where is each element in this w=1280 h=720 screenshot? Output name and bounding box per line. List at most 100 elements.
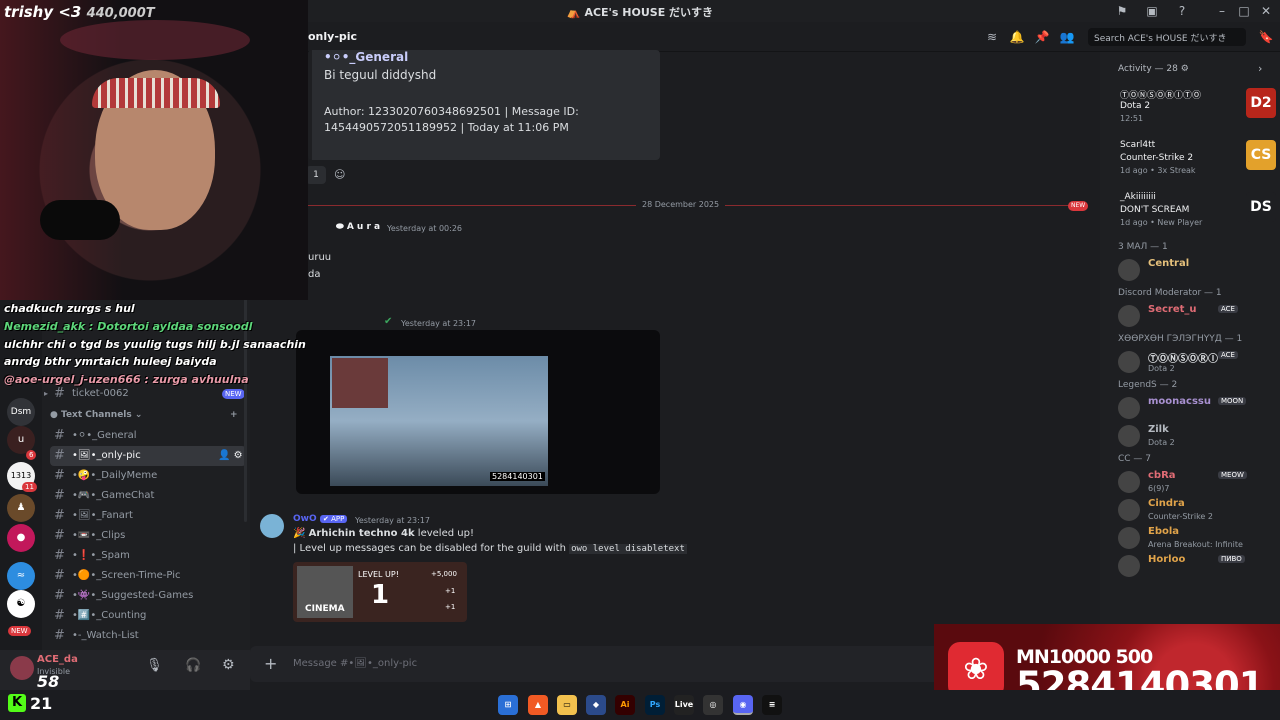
channel-item[interactable]: # •👾•_Suggested-Games (50, 586, 246, 606)
member-name: Central (1148, 258, 1190, 269)
add-attachment-icon[interactable]: + (264, 654, 277, 673)
channel-item[interactable]: # •-_Watch-List (50, 626, 246, 646)
server-dsm[interactable]: Dsm (7, 398, 35, 426)
member-item[interactable]: Zilk Dota 2 (1118, 422, 1278, 452)
activity-card[interactable]: ⓉⓄⓃⓈⓄⓇⒾⓉⓄ Dota 2 12:51 D2 (1118, 88, 1278, 132)
avatar (1118, 555, 1140, 577)
pin-icon[interactable]: 📌 (1034, 29, 1050, 45)
microphone-icon[interactable]: 🎙 (146, 658, 163, 673)
avatar[interactable] (10, 656, 34, 680)
member-item[interactable]: Horloo ПИВО (1118, 552, 1278, 582)
server-4[interactable]: ♟ (7, 494, 35, 522)
channel-name: •🟠•_Screen-Time-Pic (72, 570, 181, 581)
hash-icon: # (54, 488, 65, 503)
server-7[interactable]: ☯ (7, 590, 35, 618)
member-group-header: Discord Moderator — 1 (1118, 288, 1222, 298)
username: ACE_da (37, 654, 78, 665)
channel-item[interactable]: # •⚪•_General (50, 426, 246, 446)
card-level: 1 (371, 580, 390, 610)
channel-name: •-_Watch-List (72, 630, 139, 641)
channel-name: •#️⃣•_Counting (72, 610, 147, 621)
file-explorer-icon[interactable]: ▭ (557, 695, 577, 715)
channel-item[interactable]: # •#️⃣•_Counting (50, 606, 246, 626)
member-item[interactable]: moonacssu MOON (1118, 394, 1278, 424)
message-composer[interactable]: + Message #•🖼•_only-pic (250, 646, 940, 682)
member-name: ⓉⓄⓃⓈⓄⓇⒾ (1148, 354, 1218, 365)
message-author[interactable]: ⬬ A u r a (336, 222, 380, 232)
screen-icon[interactable]: ▣ (1144, 3, 1160, 19)
threads-icon[interactable]: ≋ (984, 29, 1000, 45)
windows-start-icon[interactable]: ⊞ (498, 695, 518, 715)
channel-item[interactable]: # •🟠•_Screen-Time-Pic (50, 566, 246, 586)
inbox-icon[interactable]: 🔖 (1258, 29, 1274, 45)
member-name: cbRa (1148, 470, 1176, 481)
member-item[interactable]: Central (1118, 256, 1278, 286)
window-title-text: ACE's HOUSE だいすき (584, 6, 714, 19)
message-text: leveled up! (414, 528, 474, 539)
image-attachment[interactable]: 5284140301 (296, 330, 660, 494)
overlay-chat-line: Nemezid_akk : Dotortoi ayldaa sonsoodl (4, 320, 253, 333)
game-tile-icon: DS (1246, 192, 1276, 222)
hash-icon: # (54, 568, 65, 583)
embed-text: Bi teguul diddyshd (324, 68, 437, 82)
photoshop-icon[interactable]: Ps (645, 695, 665, 715)
help-icon[interactable]: ? (1174, 3, 1190, 19)
app-icon-2[interactable]: ≡ (762, 695, 782, 715)
settings-gear-icon[interactable]: ⚙ (222, 657, 235, 673)
streamer-name: trishy <3 440,000T (4, 3, 155, 21)
brave-icon[interactable]: ▲ (528, 695, 548, 715)
channel-item[interactable]: # •🖼•_only-pic 👤 ⚙ (50, 446, 246, 466)
member-item[interactable]: cbRa MEOW 6(9)7 (1118, 468, 1278, 498)
reaction[interactable]: 1 (306, 166, 326, 184)
channel-item[interactable]: # •🎮•_GameChat (50, 486, 246, 506)
channel-name: •🖼•_Fanart (72, 510, 133, 521)
discord-icon[interactable]: ◉ (733, 695, 753, 715)
levelup-card[interactable]: CINEMA LEVEL UP! 1 +5,000 +1 +1 (293, 562, 467, 622)
activity-card[interactable]: _Akiiiiiiii DON'T SCREAM 1d ago • New Play… (1118, 192, 1278, 236)
activity-card[interactable]: Scarl4tt Counter-Strike 2 1d ago • 3x Stre… (1118, 140, 1278, 184)
illustrator-icon[interactable]: Ai (615, 695, 635, 715)
maximize-icon[interactable]: □ (1236, 3, 1252, 19)
server-dsm-label: Dsm (10, 407, 32, 417)
activity-user: Scarl4tt (1120, 140, 1156, 150)
headphones-icon[interactable]: 🎧 (185, 658, 201, 673)
chevron-right-icon[interactable]: › (1258, 62, 1262, 75)
members-icon[interactable]: 👥 (1059, 29, 1075, 45)
add-channel-icon[interactable]: + (230, 410, 238, 420)
category-text-channels[interactable]: ● Text Channels ⌄ + (50, 410, 246, 424)
add-reaction-icon[interactable]: ☺ (334, 168, 345, 181)
obs-icon[interactable]: ◎ (703, 695, 723, 715)
minimize-icon[interactable]: – (1214, 3, 1230, 19)
app-icon[interactable]: ◆ (586, 695, 606, 715)
channel-item[interactable]: # •📼•_Clips (50, 526, 246, 546)
embed-card: •⚪•_General Bi teguul diddyshd Author: 1… (308, 50, 660, 160)
channel-item[interactable]: # •❗•_Spam (50, 546, 246, 566)
server-5[interactable]: ● (7, 524, 35, 552)
channel-item[interactable]: # •🤪•_DailyMeme (50, 466, 246, 486)
author-name: A u r a (346, 222, 381, 232)
overlay-chat-line: anrdg bthr ymrtaich huleej baiyda (4, 355, 217, 368)
member-tag: ПИВО (1218, 555, 1245, 563)
server-6[interactable]: ≈ (7, 562, 35, 590)
member-item[interactable]: ⓉⓄⓃⓈⓄⓇⒾ ACE Dota 2 (1118, 348, 1278, 378)
webcam-overlay: trishy <3 440,000T (0, 0, 308, 300)
channel-name: •🤪•_DailyMeme (72, 470, 158, 481)
search-input[interactable]: Search ACE's HOUSE だいすき (1088, 28, 1246, 46)
user-level-overlay: 58 (37, 672, 60, 691)
inbox-icon[interactable]: ⚑ (1114, 3, 1130, 19)
channel-item[interactable]: # •🖼•_Fanart (50, 506, 246, 526)
date-divider-label: 28 December 2025 (636, 200, 726, 209)
activity-user: _Akiiiiiiii (1120, 192, 1156, 202)
kick-viewer-count: 21 (30, 694, 53, 713)
member-name: moonacssu (1148, 396, 1211, 407)
close-icon[interactable]: ✕ (1258, 3, 1274, 19)
member-item[interactable]: Ebola Arena Breakout: Infinite (1118, 524, 1278, 554)
live-icon[interactable]: Live (674, 695, 694, 715)
bell-icon[interactable]: 🔔 (1009, 29, 1025, 45)
member-item[interactable]: Secret_u ACE (1118, 302, 1278, 332)
author-name[interactable]: OwO (293, 514, 317, 524)
member-item[interactable]: Cindra Counter-Strike 2 (1118, 496, 1278, 526)
channel-settings-icon[interactable]: 👤 ⚙ (218, 446, 243, 466)
activity-header-text: Activity — 28 (1118, 64, 1178, 74)
avatar[interactable] (260, 514, 284, 538)
